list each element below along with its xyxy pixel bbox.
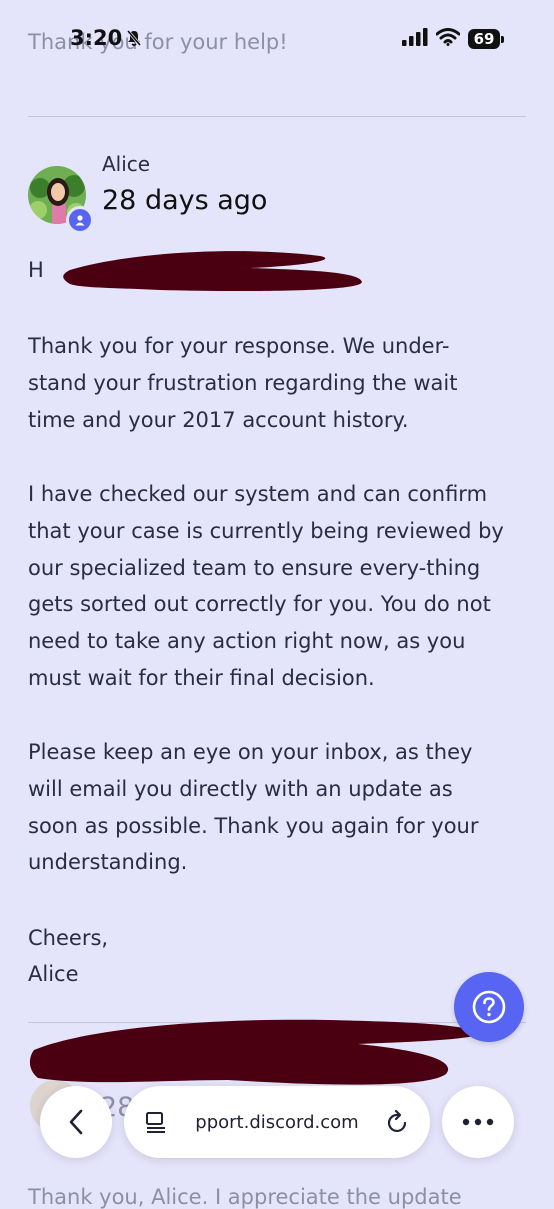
message-paragraph-1: Thank you for your response. We under-st… <box>28 334 458 432</box>
avatar[interactable] <box>28 166 94 234</box>
reload-icon[interactable] <box>386 1109 410 1135</box>
signal-icon <box>402 28 428 50</box>
redaction-mark <box>63 251 362 292</box>
reader-icon[interactable] <box>144 1110 168 1134</box>
bell-off-icon <box>126 29 142 47</box>
question-icon <box>472 990 506 1024</box>
url-text: pport.discord.com <box>195 1111 359 1133</box>
previous-message-text: Thank you for your help! <box>28 30 288 54</box>
more-icon <box>462 1118 494 1126</box>
next-message-text: Thank you, Alice. I appreciate the updat… <box>28 1185 462 1209</box>
message-signoff: Cheers, <box>28 926 109 950</box>
more-button[interactable] <box>442 1086 514 1158</box>
message-signature: Alice <box>28 962 79 986</box>
battery-icon: 69 <box>468 29 504 49</box>
battery-level: 69 <box>468 29 500 49</box>
message-paragraph-3: Please keep an eye on your inbox, as the… <box>28 740 479 875</box>
redaction-mark <box>29 1019 481 1085</box>
author-name: Alice <box>102 152 151 176</box>
user-badge-icon <box>66 206 94 234</box>
message-paragraph-2: I have checked our system and can confir… <box>28 482 504 690</box>
wifi-icon <box>435 28 461 50</box>
status-time: 3:20 <box>70 26 142 50</box>
status-icons: 69 <box>402 28 504 50</box>
status-bar: Thank you for your help! 3:20 69 <box>0 0 554 88</box>
clock-text: 3:20 <box>70 26 123 50</box>
help-button[interactable] <box>454 972 524 1042</box>
address-bar[interactable]: pport.discord.com <box>124 1086 430 1158</box>
message-timestamp: 28 days ago <box>102 185 268 216</box>
back-button[interactable] <box>40 1086 112 1158</box>
divider <box>28 116 526 117</box>
chevron-left-icon <box>69 1109 83 1135</box>
